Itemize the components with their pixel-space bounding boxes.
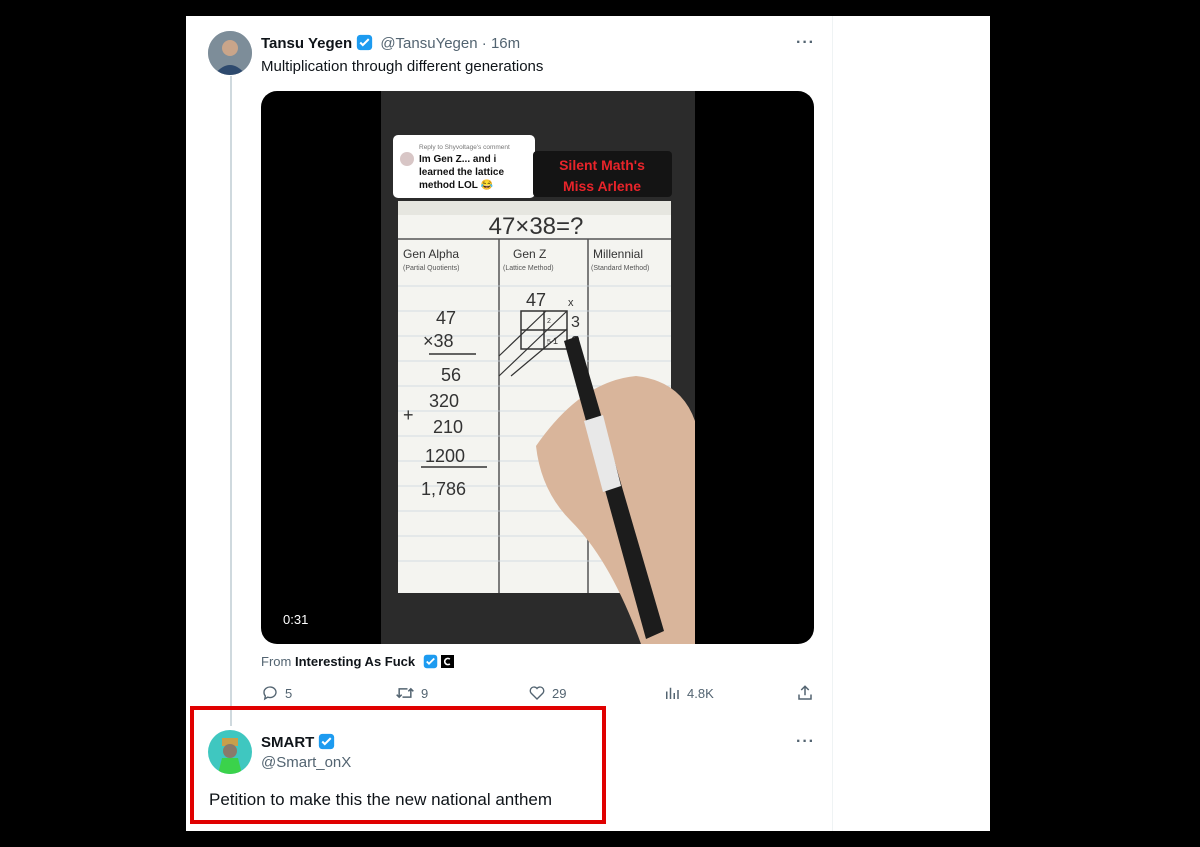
retweet-action[interactable]: 9 xyxy=(395,684,428,702)
like-count: 29 xyxy=(552,685,567,701)
work-line: 320 xyxy=(429,391,459,411)
heart-icon xyxy=(529,686,545,700)
affiliate-badge-icon xyxy=(441,655,455,668)
video-still: 47×38=? Gen Alpha (Partial Quotients) Ge… xyxy=(381,91,695,644)
comment-line: learned the lattice xyxy=(419,167,504,178)
views-count: 4.8K xyxy=(687,685,714,701)
views-action[interactable]: 4.8K xyxy=(663,684,714,702)
avatar[interactable] xyxy=(208,31,252,75)
banner-line: Silent Math's xyxy=(559,157,645,173)
work-line: 1200 xyxy=(425,446,465,466)
thread-line xyxy=(230,76,232,726)
col2-sub: (Lattice Method) xyxy=(503,265,554,272)
work-line: ×38 xyxy=(423,331,454,351)
author-name[interactable]: Tansu Yegen xyxy=(261,35,352,52)
lattice-right: 3 xyxy=(571,314,580,331)
video-player[interactable]: 47×38=? Gen Alpha (Partial Quotients) Ge… xyxy=(261,91,814,644)
col1-sub: (Partial Quotients) xyxy=(403,265,459,272)
timestamp[interactable]: 16m xyxy=(491,35,520,52)
work-line: 210 xyxy=(433,417,463,437)
video-frame: 47×38=? Gen Alpha (Partial Quotients) Ge… xyxy=(381,91,695,644)
work-line: 1,786 xyxy=(421,479,466,499)
col1-title: Gen Alpha xyxy=(403,247,459,261)
comment-reply-to: Reply to Shyvoltage's comment xyxy=(419,144,510,151)
share-icon xyxy=(798,685,812,700)
column-divider xyxy=(832,16,833,831)
comment-line: Im Gen Z... and i xyxy=(419,154,496,165)
retweet-count: 9 xyxy=(421,685,429,701)
reply-action[interactable]: 5 xyxy=(261,684,292,702)
comment-line: method LOL 😂 xyxy=(419,179,493,191)
col2-title: Gen Z xyxy=(513,247,546,261)
tweet-text: Multiplication through different generat… xyxy=(261,58,544,75)
col3-title: Millennial xyxy=(593,247,643,261)
author-header: Tansu Yegen @TansuYegen · 16m xyxy=(261,34,520,52)
source-attribution: From Interesting As Fuck xyxy=(261,654,455,669)
source-account[interactable]: Interesting As Fuck xyxy=(295,654,415,669)
like-action[interactable]: 29 xyxy=(528,684,566,702)
lattice-cell: 1 xyxy=(553,336,558,346)
separator-dot: · xyxy=(481,35,487,52)
lattice-cell: 5 xyxy=(547,339,551,346)
work-line: 47 xyxy=(436,308,456,328)
col3-sub: (Standard Method) xyxy=(591,265,649,272)
reply-count: 5 xyxy=(285,685,293,701)
equation-text: 47×38=? xyxy=(489,213,584,240)
verified-badge-icon xyxy=(423,654,437,669)
work-line: 56 xyxy=(441,365,461,385)
share-action[interactable] xyxy=(796,684,820,702)
plus-sign: + xyxy=(403,405,414,425)
lattice-x: x xyxy=(568,297,574,309)
banner-line: Miss Arlene xyxy=(563,178,641,194)
verified-badge-icon xyxy=(357,34,373,51)
more-options-icon[interactable]: ··· xyxy=(796,34,815,52)
more-options-icon[interactable]: ··· xyxy=(796,733,815,751)
analytics-icon xyxy=(666,687,679,699)
highlight-box xyxy=(190,706,606,824)
avatar-image xyxy=(208,31,252,75)
author-handle[interactable]: @TansuYegen xyxy=(380,35,477,52)
reply-icon xyxy=(263,686,277,701)
lattice-cell: 2 xyxy=(547,318,551,325)
from-label: From xyxy=(261,654,292,669)
video-duration: 0:31 xyxy=(283,612,309,627)
lattice-top: 47 xyxy=(526,290,546,310)
retweet-icon xyxy=(396,687,414,699)
